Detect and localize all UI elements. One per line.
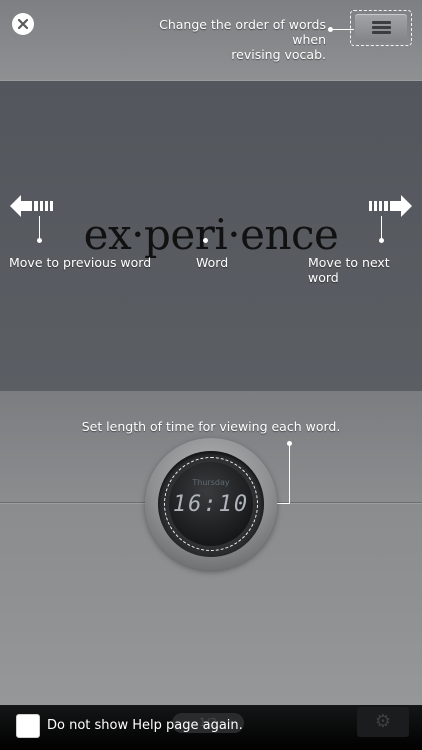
timer-help-text: Set length of time for viewing each word… (81, 419, 341, 434)
vocab-word: ex·peri·ence (83, 210, 339, 259)
menu-button[interactable] (355, 14, 407, 42)
clock-time: 16:10 (172, 492, 250, 517)
prev-label: Move to previous word (9, 255, 152, 270)
next-label: Move to next word (308, 255, 390, 285)
gear-icon: ⚙ (374, 711, 392, 732)
menu-icon (372, 21, 391, 24)
dont-show-checkbox[interactable] (16, 714, 40, 738)
word-label: Word (196, 255, 229, 270)
next-pointer-line (381, 216, 382, 240)
menu-icon-bar (372, 26, 391, 29)
order-help-line-1: Change the order of words when (159, 17, 326, 47)
timer-pointer-line (289, 443, 290, 503)
next-pointer-dot (379, 238, 384, 243)
order-help-line-2: revising vocab. (231, 47, 326, 62)
order-help-text: Change the order of words when revising … (126, 17, 326, 62)
timer-dial[interactable]: Thursday 16:10 (145, 438, 277, 570)
dont-show-label[interactable]: Do not show Help page again. (47, 718, 243, 733)
settings-button[interactable]: ⚙ (357, 707, 409, 737)
word-pointer-dot (203, 238, 208, 243)
close-icon[interactable] (12, 13, 34, 35)
prev-pointer-line (39, 216, 40, 240)
prev-pointer-dot (37, 238, 42, 243)
clock-day: Thursday (192, 478, 230, 487)
menu-icon-bar (372, 31, 391, 34)
